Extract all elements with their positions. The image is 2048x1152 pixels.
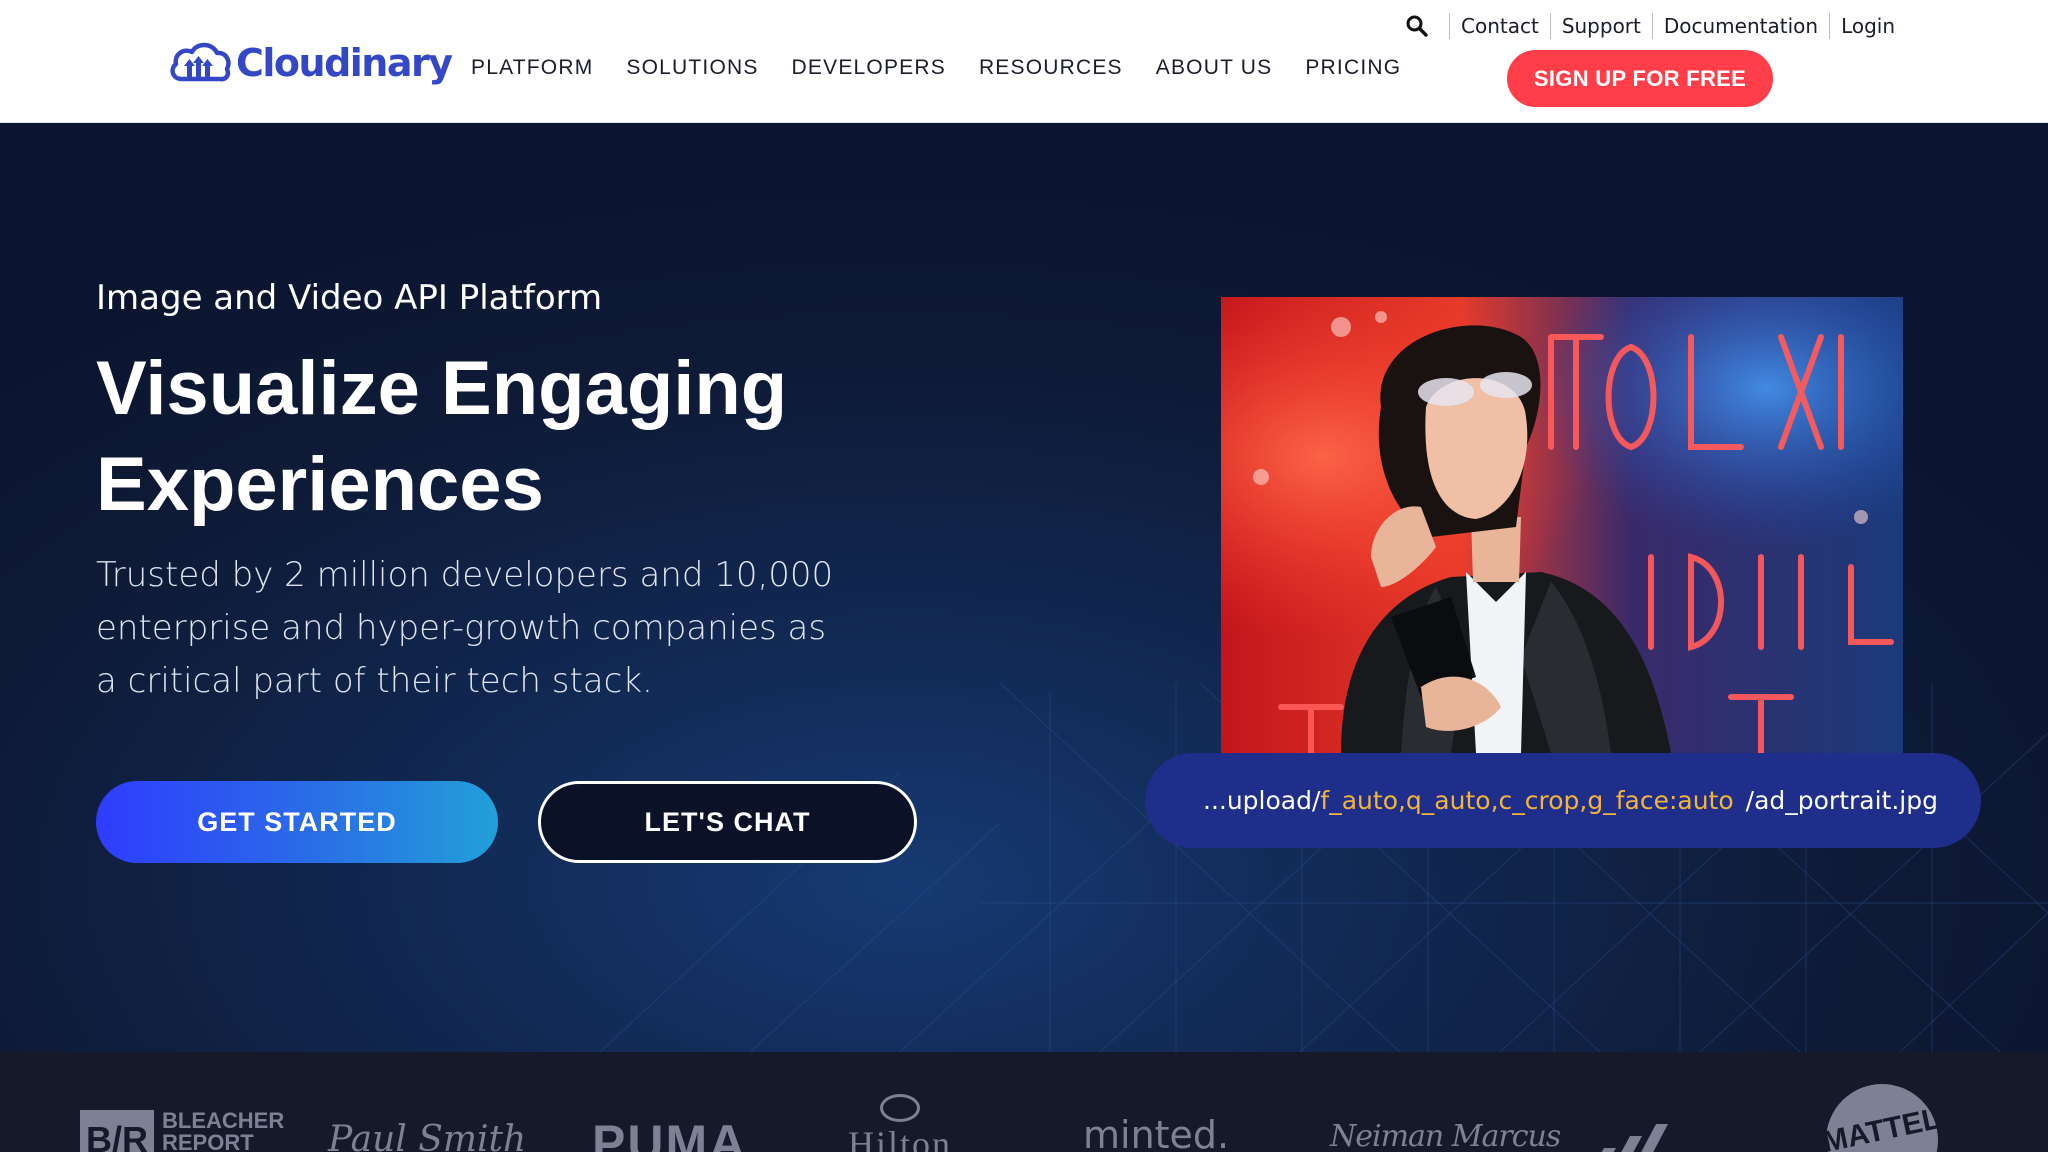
search-icon[interactable] xyxy=(1404,13,1430,39)
hero-subtext: Trusted by 2 million developers and 10,0… xyxy=(96,555,834,701)
nav-about-us[interactable]: ABOUT US xyxy=(1156,55,1273,81)
hero-portrait-image xyxy=(1221,297,1903,753)
hilton-wordmark: Hilton xyxy=(848,1124,953,1152)
bleacher-report-line-1: BLEACHER xyxy=(162,1108,285,1133)
main-nav: PLATFORM SOLUTIONS DEVELOPERS RESOURCES … xyxy=(471,55,1434,81)
nav-solutions[interactable]: SOLUTIONS xyxy=(626,55,758,81)
site-header: Cloudinary PLATFORM SOLUTIONS DEVELOPERS… xyxy=(0,0,2048,123)
nav-resources[interactable]: RESOURCES xyxy=(979,55,1123,81)
support-link[interactable]: Support xyxy=(1562,14,1641,38)
customer-logo-strip: B/R BLEACHER REPORT Paul Smith PUMA Hilt… xyxy=(0,1052,2048,1152)
headline-line-1: Visualize Engaging xyxy=(96,346,788,431)
hilton-logo: Hilton xyxy=(848,1094,952,1152)
nav-developers[interactable]: DEVELOPERS xyxy=(792,55,946,81)
get-started-button[interactable]: GET STARTED xyxy=(96,781,498,863)
utility-nav: Contact Support Documentation Login xyxy=(1404,10,1895,42)
hilton-crest-icon xyxy=(880,1094,920,1122)
nav-platform[interactable]: PLATFORM xyxy=(471,55,593,81)
bleacher-report-mark: B/R xyxy=(80,1110,154,1152)
neiman-marcus-logo: Neiman Marcus xyxy=(1330,1119,1561,1152)
transformation-url-bar: ...upload/ f_auto,q_auto,c_crop,g_face:a… xyxy=(1145,753,1981,848)
mattel-wordmark: MATTEL xyxy=(1820,1101,1944,1152)
signup-button[interactable]: SIGN UP FOR FREE xyxy=(1507,50,1773,107)
logo-wordmark: Cloudinary xyxy=(236,41,453,85)
bleacher-report-line-2: REPORT xyxy=(162,1130,254,1152)
url-prefix: ...upload/ xyxy=(1203,786,1321,815)
divider xyxy=(1829,13,1831,39)
puma-logo: PUMA xyxy=(592,1115,748,1152)
hero-eyebrow: Image and Video API Platform xyxy=(96,278,603,318)
paul-smith-logo: Paul Smith xyxy=(328,1119,527,1152)
divider xyxy=(1651,13,1653,39)
documentation-link[interactable]: Documentation xyxy=(1664,14,1818,38)
url-suffix: /ad_portrait.jpg xyxy=(1745,786,1938,815)
nav-pricing[interactable]: PRICING xyxy=(1305,55,1401,81)
cloud-logo-icon xyxy=(170,42,231,82)
divider xyxy=(1449,13,1450,39)
lets-chat-button[interactable]: LET'S CHAT xyxy=(538,781,917,863)
cloudinary-logo[interactable]: Cloudinary xyxy=(168,36,453,90)
contact-link[interactable]: Contact xyxy=(1461,14,1539,38)
minted-logo: minted. xyxy=(1083,1113,1230,1152)
url-transformation: f_auto,q_auto,c_crop,g_face:auto xyxy=(1320,786,1734,815)
login-link[interactable]: Login xyxy=(1841,14,1895,38)
divider xyxy=(1549,13,1551,39)
hero-headline: Visualize Engaging Experiences xyxy=(96,341,916,533)
adidas-stripes-icon xyxy=(1601,1124,1668,1152)
bleacher-report-logo: B/R BLEACHER REPORT xyxy=(80,1110,284,1152)
headline-line-2: Experiences xyxy=(96,442,544,527)
hero-section: Image and Video API Platform Visualize E… xyxy=(0,123,2048,1052)
adidas-logo xyxy=(1594,1102,1672,1152)
mattel-logo: MATTEL xyxy=(1820,1084,1944,1152)
